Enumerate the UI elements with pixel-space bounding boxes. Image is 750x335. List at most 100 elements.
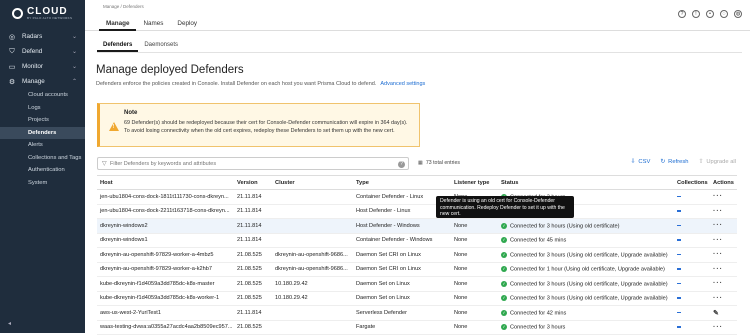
advanced-settings-link[interactable]: Advanced settings: [380, 81, 425, 87]
user-icon[interactable]: ◍: [734, 10, 742, 18]
filter-input[interactable]: [110, 160, 380, 168]
cell-version: 21.11.814: [234, 204, 272, 219]
more-actions-icon[interactable]: ···: [713, 280, 723, 287]
chevron-down-icon: ⌄: [71, 49, 77, 55]
tab-deploy[interactable]: Deploy: [170, 17, 204, 31]
cell-actions: ···: [710, 189, 737, 205]
cell-type: Daemon Set CRI on Linux: [353, 247, 451, 263]
table-row[interactable]: aws-us-west-2-YuriTest1 21.11.814 Serverle…: [97, 305, 737, 321]
table-row[interactable]: waas-testing-dvwa:a0355a27acdc4aa2b8509e…: [97, 320, 737, 335]
tab-names[interactable]: Names: [136, 17, 170, 31]
cell-cluster: 10.180.29.42: [272, 276, 353, 292]
cell-actions: ···: [710, 262, 737, 277]
cell-host: jen-ubu1804-cons-dock-1811t111730-cons-d…: [97, 189, 234, 205]
notifications-icon[interactable]: !: [692, 10, 700, 18]
cell-status: ✓Connected for 3 hours: [498, 320, 674, 335]
more-actions-icon[interactable]: ···: [713, 295, 723, 302]
table-row[interactable]: dkreynin-windows1 21.11.814 Container Defe…: [97, 233, 737, 248]
tab-daemonsets[interactable]: Daemonsets: [138, 40, 184, 52]
table-row[interactable]: jen-ubu1804-cons-dock-2211t163718-cons-d…: [97, 204, 737, 219]
cell-cluster: [272, 320, 353, 335]
table-row[interactable]: jen-ubu1804-cons-dock-1811t111730-cons-d…: [97, 189, 737, 205]
sidebar-item-authentication[interactable]: Authentication: [0, 164, 85, 177]
col-type[interactable]: Type: [353, 175, 451, 190]
more-actions-icon[interactable]: ···: [713, 193, 723, 200]
cell-cluster: dkreynin-au-openshift-9686...: [272, 247, 353, 263]
nav-monitor[interactable]: ▭ Monitor ⌄: [0, 59, 85, 74]
sidebar-item-defenders[interactable]: Defenders: [0, 126, 85, 139]
divider: [97, 52, 742, 53]
cell-listener: None: [451, 305, 498, 321]
table-row[interactable]: dkreynin-au-openshift-97829-worker-a-k2h…: [97, 262, 737, 277]
cell-collections: [674, 320, 710, 335]
col-listener[interactable]: Listener type: [451, 175, 498, 190]
cell-collections: [674, 291, 710, 306]
cell-actions: ✎: [710, 305, 737, 321]
table-header: Host Version Cluster Type Listener type …: [97, 175, 737, 190]
defenders-table: Host Version Cluster Type Listener type …: [97, 175, 737, 335]
refresh-button[interactable]: ↻ Refresh: [660, 159, 688, 165]
tab-defenders[interactable]: Defenders: [97, 40, 139, 52]
refresh-icon: ↻: [660, 159, 666, 165]
filter-help-icon[interactable]: ?: [398, 160, 405, 168]
cell-actions: ···: [710, 233, 737, 248]
more-actions-icon[interactable]: ···: [713, 208, 723, 215]
top-tabs: Manage Names Deploy: [99, 17, 204, 31]
nav-defend[interactable]: ⛉ Defend ⌄: [0, 44, 85, 59]
filter-icon: ▽: [102, 161, 107, 167]
csv-button[interactable]: ⇩ CSV: [631, 159, 651, 165]
status-text: Connected for 3 hours (Using old certifi…: [510, 222, 620, 229]
logo-subtitle: BY PALO ALTO NETWORKS: [27, 16, 73, 20]
table-row[interactable]: kube-dkreynin-f1d4059a3dd785dc-k8s-maste…: [97, 276, 737, 292]
collection-indicator: [677, 239, 681, 241]
cell-actions: ···: [710, 204, 737, 219]
edit-icon[interactable]: ✎: [713, 310, 720, 317]
more-actions-icon[interactable]: ···: [713, 266, 723, 273]
more-actions-icon[interactable]: ···: [713, 251, 723, 258]
cell-collections: [674, 233, 710, 248]
status-text: Connected for 3 hours (Using old certifi…: [510, 251, 668, 258]
sidebar: CLOUD BY PALO ALTO NETWORKS ◎ Radars ⌄ ⛉ De…: [0, 0, 85, 333]
cell-version: 21.08.525: [234, 262, 272, 277]
cell-type: Daemon Set CRI on Linux: [353, 262, 451, 277]
upgrade-all-button[interactable]: ⇧ Upgrade all: [698, 159, 736, 165]
cell-status: ✓ Connected for 42 mins: [498, 305, 674, 321]
col-version[interactable]: Version: [234, 175, 272, 190]
col-cluster[interactable]: Cluster: [272, 175, 353, 190]
sidebar-item-alerts[interactable]: Alerts: [0, 139, 85, 152]
filter-box: ▽ ?: [97, 157, 409, 170]
cell-type: Daemon Set on Linux: [353, 276, 451, 292]
cell-host: kube-dkreynin-f1d4059a3dd785dc-k8s-worke…: [97, 291, 234, 306]
sidebar-item-projects[interactable]: Projects: [0, 114, 85, 127]
sidebar-item-collections[interactable]: Collections and Tags: [0, 152, 85, 165]
page-description: Defenders enforce the policies created i…: [96, 81, 426, 87]
logo[interactable]: CLOUD BY PALO ALTO NETWORKS: [0, 0, 85, 27]
table-row[interactable]: dkreynin-au-openshift-97829-worker-a-4mb…: [97, 247, 737, 263]
cell-host: dkreynin-au-openshift-97829-worker-a-k2h…: [97, 262, 234, 277]
bell-icon[interactable]: •: [706, 10, 714, 18]
tab-manage[interactable]: Manage: [99, 17, 137, 31]
cell-actions: ···: [710, 320, 737, 335]
nav-manage[interactable]: ⚙ Manage ⌃: [0, 74, 85, 89]
cell-version: 21.08.525: [234, 320, 272, 335]
collapse-sidebar-icon[interactable]: ◂: [8, 320, 11, 327]
table-row[interactable]: dkreynin-windows2 21.11.814 Host Defender …: [97, 218, 737, 234]
cell-collections: [674, 262, 710, 277]
more-actions-icon[interactable]: ···: [713, 222, 723, 229]
col-host[interactable]: Host: [97, 175, 234, 190]
settings-icon[interactable]: ◌: [720, 10, 728, 18]
sidebar-item-cloud-accounts[interactable]: Cloud accounts: [0, 89, 85, 102]
col-status[interactable]: Status: [498, 175, 674, 190]
cell-version: 21.08.525: [234, 276, 272, 292]
radar-icon: ◎: [8, 33, 16, 41]
table-row[interactable]: kube-dkreynin-f1d4059a3dd785dc-k8s-worke…: [97, 291, 737, 306]
more-actions-icon[interactable]: ···: [713, 324, 723, 331]
col-collections[interactable]: Collections: [674, 175, 710, 190]
more-actions-icon[interactable]: ···: [713, 237, 723, 244]
collection-indicator: [677, 326, 681, 328]
help-icon[interactable]: ?: [678, 10, 686, 18]
status-text: Connected for 42 mins: [510, 309, 567, 316]
nav-radars[interactable]: ◎ Radars ⌄: [0, 29, 85, 44]
sidebar-item-logs[interactable]: Logs: [0, 102, 85, 115]
sidebar-item-system[interactable]: System: [0, 177, 85, 190]
